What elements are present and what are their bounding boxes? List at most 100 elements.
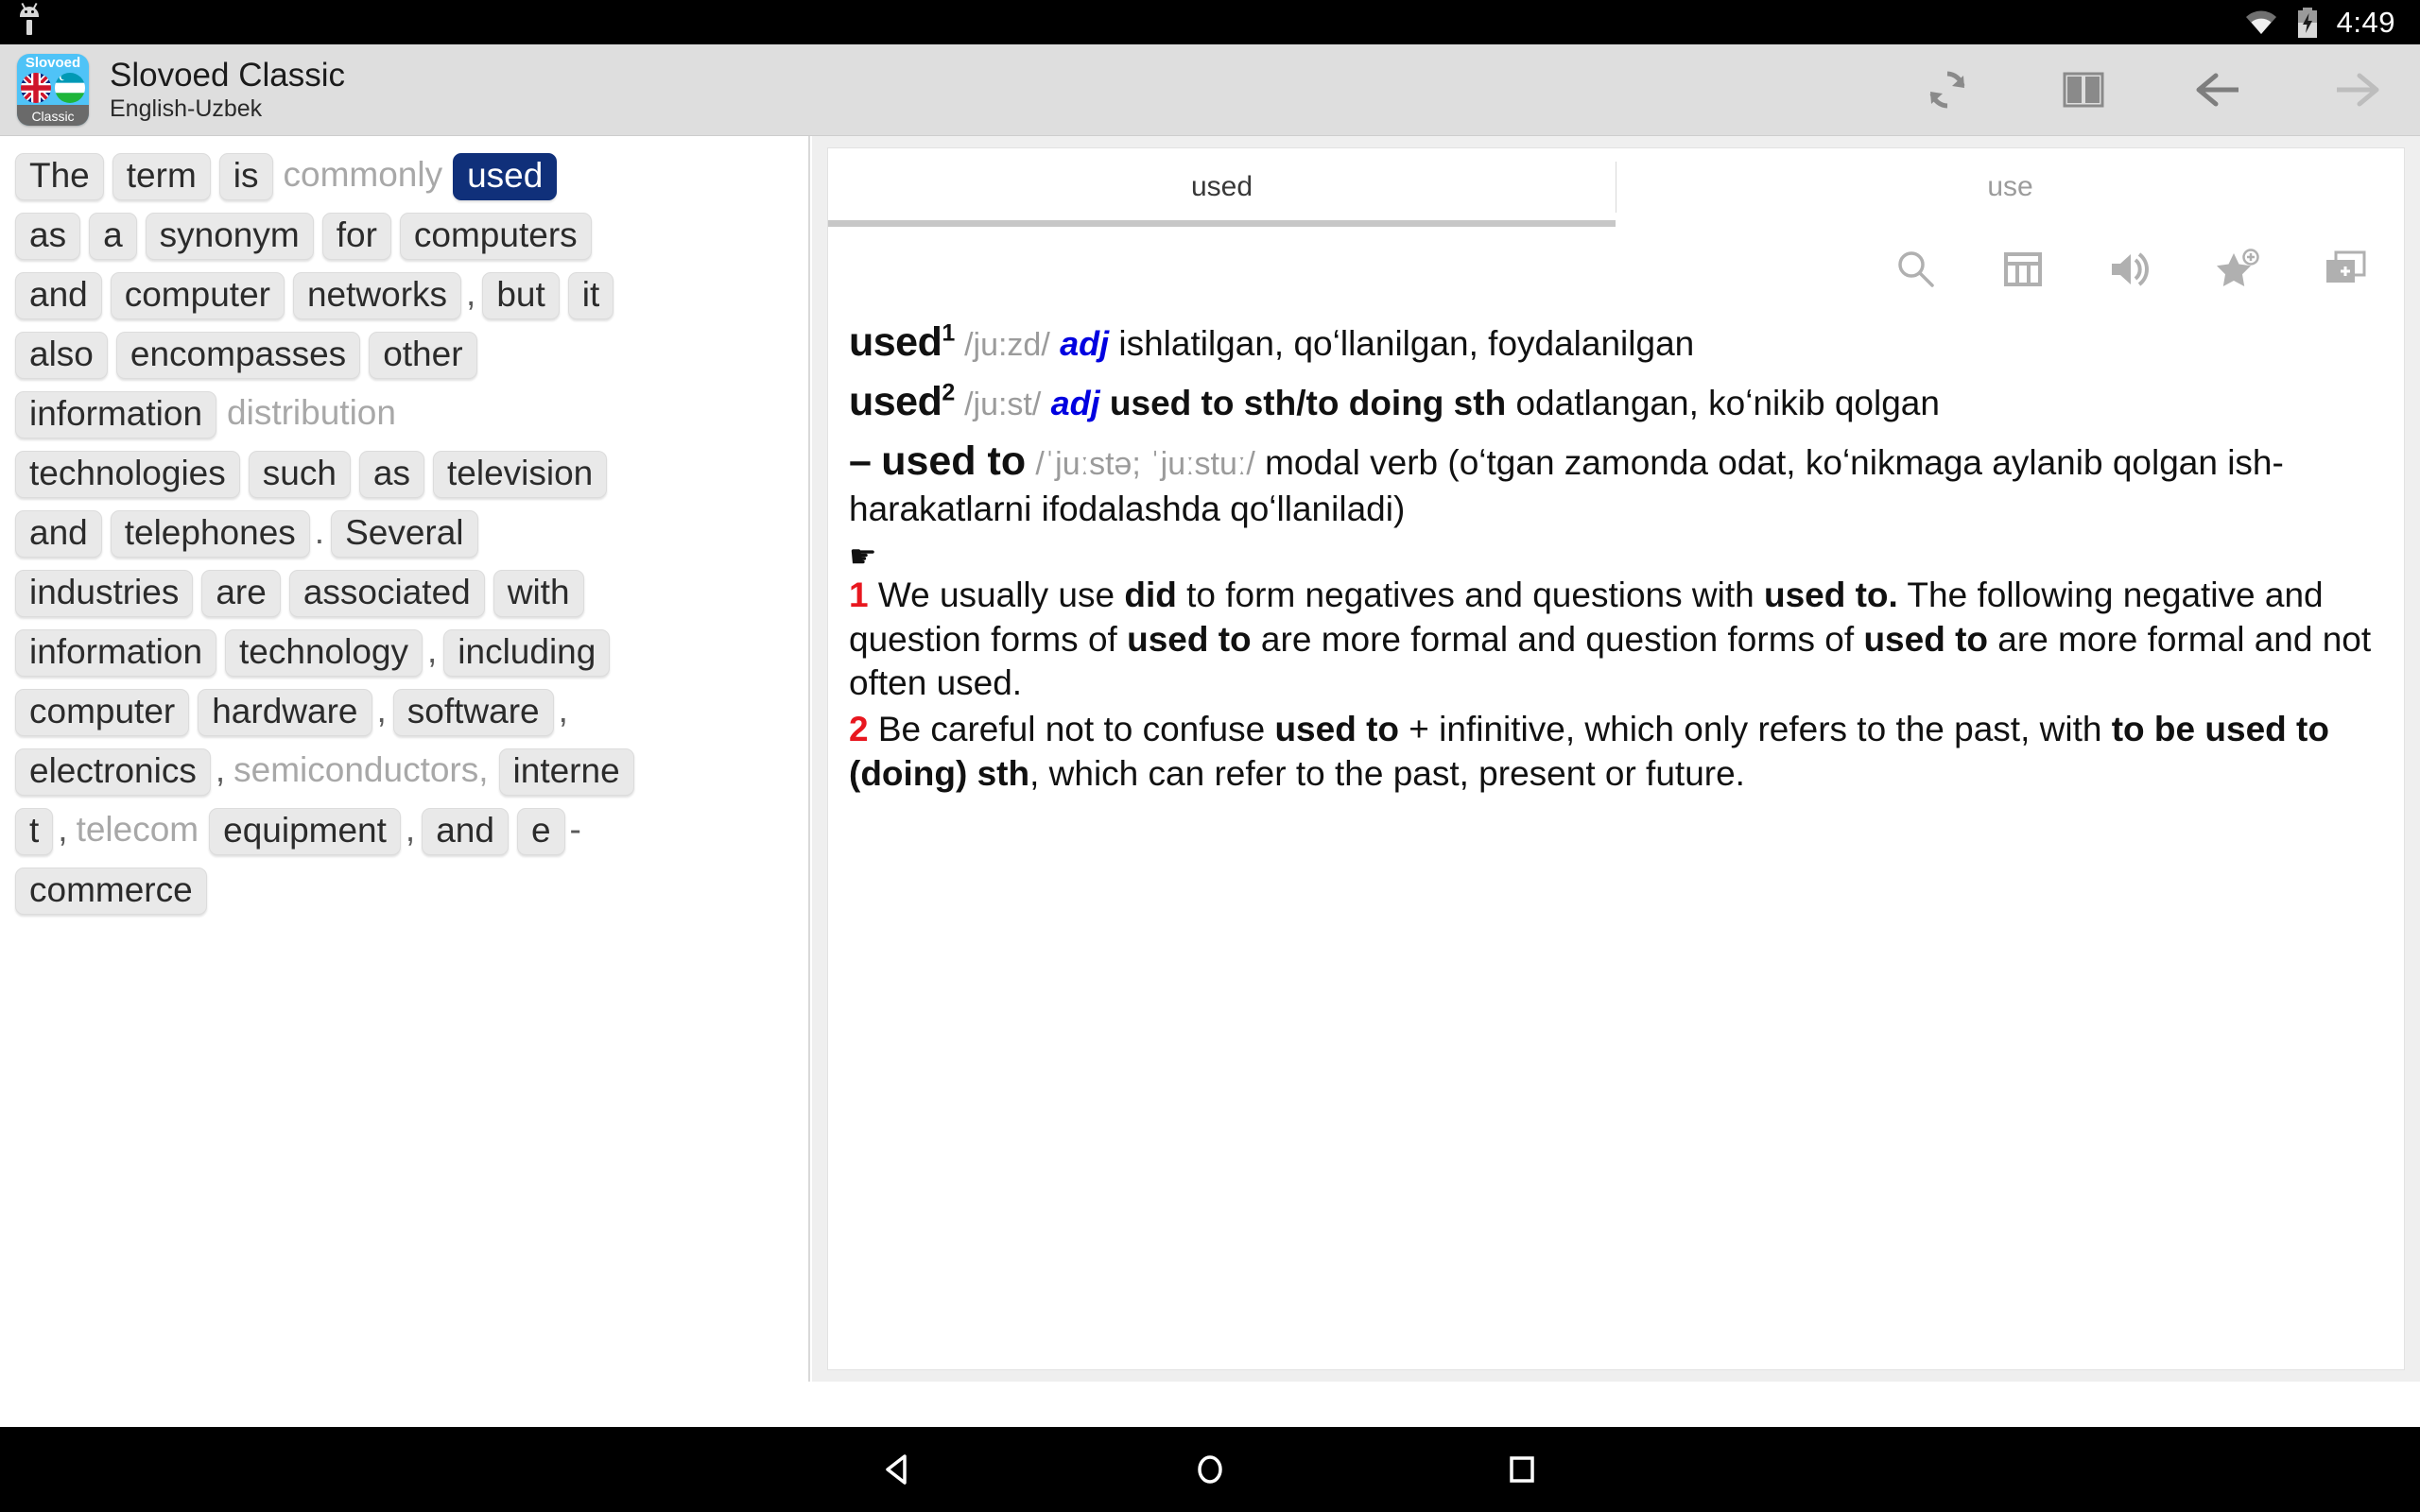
article-card: used1 /ju:zd/ adj ishlatilgan, qoʻllanil…: [827, 226, 2405, 1370]
word-chip[interactable]: and: [15, 510, 102, 558]
new-card-icon[interactable]: [2323, 246, 2370, 293]
word-chip[interactable]: other: [369, 332, 477, 379]
word-chip[interactable]: a: [89, 213, 137, 260]
subentry-phonetic: /ˈjuːstə; ˈjuːstuː/: [1035, 446, 1255, 483]
app-icon-bottom-label: Classic: [31, 109, 75, 124]
dictionary-subentry: – used to /ˈjuːstə; ˈjuːstuː/ modal verb…: [849, 436, 2383, 531]
star-plus-icon[interactable]: [2215, 246, 2262, 293]
note-text-run: are more formal and question forms of: [1251, 619, 1864, 659]
entry-pos: adj: [1060, 324, 1110, 363]
plain-word-text: commonly: [283, 155, 443, 194]
word-chip[interactable]: computer: [110, 272, 285, 319]
forward-arrow-icon[interactable]: [2329, 63, 2382, 116]
entry-translation: odatlangan, koʻnikib qolgan: [1515, 384, 1940, 423]
usage-note: 2 Be careful not to confuse used to + in…: [849, 708, 2383, 796]
word-chip[interactable]: t: [15, 808, 54, 855]
word-chip-selected[interactable]: used: [453, 153, 558, 200]
punctuation-text: ,: [466, 274, 476, 313]
article-body: used1 /ju:zd/ adj ishlatilgan, qoʻllanil…: [849, 313, 2383, 796]
punctuation-text: ,: [58, 810, 68, 849]
word-chip[interactable]: it: [567, 272, 614, 319]
word-chip[interactable]: but: [482, 272, 560, 319]
word-chip[interactable]: such: [248, 451, 351, 498]
word-chip[interactable]: is: [218, 153, 273, 200]
word-chip[interactable]: Several: [331, 510, 478, 558]
nav-recents-icon[interactable]: [1484, 1441, 1560, 1498]
word-chip[interactable]: and: [15, 272, 102, 319]
note-text-run: Be careful not to confuse: [877, 709, 1275, 748]
plain-word-text: telecom: [76, 810, 199, 849]
word-chip[interactable]: term: [112, 153, 211, 200]
punctuation-text: ,: [405, 810, 416, 849]
sound-icon[interactable]: [2107, 246, 2154, 293]
word-chip[interactable]: e: [516, 808, 565, 855]
word-chip[interactable]: for: [321, 213, 391, 260]
word-chip[interactable]: information: [15, 629, 217, 677]
punctuation-text: ,: [427, 631, 438, 670]
entry-phonetic: /ju:zd/: [964, 327, 1050, 363]
article-tabs: used use: [827, 147, 2405, 227]
word-chip[interactable]: information: [15, 391, 217, 438]
word-chip[interactable]: with: [493, 570, 584, 617]
note-bold-run: used to: [1127, 619, 1252, 659]
search-icon[interactable]: [1892, 246, 1939, 293]
punctuation-text: ,: [558, 691, 568, 730]
word-chip[interactable]: television: [433, 451, 608, 498]
book-icon[interactable]: [2057, 63, 2110, 116]
note-text-run: to form negatives and questions with: [1176, 576, 1764, 615]
entry-translation: ishlatilgan, qoʻllanilgan, foydalanilgan: [1118, 324, 1695, 363]
nav-home-icon[interactable]: [1172, 1441, 1248, 1498]
word-chip[interactable]: The: [15, 153, 104, 200]
word-chip-flow: The term is commonly used as a synonym for comput…: [15, 153, 795, 927]
content-area: The term is commonly used as a synonym for comput…: [0, 136, 2420, 1468]
battery-charging-icon: [2297, 7, 2317, 38]
word-chip[interactable]: computers: [399, 213, 592, 260]
entry-pattern: used to sth/to doing sth: [1109, 384, 1507, 423]
word-chip[interactable]: electronics: [15, 748, 211, 796]
word-chip[interactable]: as: [15, 213, 81, 260]
word-chip[interactable]: encompasses: [115, 332, 361, 379]
word-chip[interactable]: telephones: [110, 510, 310, 558]
word-chip[interactable]: commerce: [15, 868, 207, 915]
status-clock: 4:49: [2336, 5, 2395, 39]
punctuation-text: ,: [215, 750, 226, 789]
word-chip[interactable]: and: [422, 808, 509, 855]
system-nav-bar: [0, 1427, 2420, 1512]
word-chip[interactable]: networks: [292, 272, 462, 319]
tab-used[interactable]: used: [828, 148, 1616, 227]
nav-back-icon[interactable]: [860, 1441, 936, 1498]
article-pane: used use used1 /ju:zd/ adj ishlatilgan, …: [812, 136, 2420, 1382]
word-chip[interactable]: technology: [225, 629, 423, 677]
word-chip[interactable]: software: [392, 689, 554, 736]
word-chip[interactable]: synonym: [145, 213, 314, 260]
subentry-dash: –: [849, 438, 872, 485]
table-icon[interactable]: [1999, 246, 2047, 293]
usage-note-text: We usually use did to form negatives and…: [849, 576, 2371, 702]
wifi-icon: [2245, 10, 2276, 34]
usage-note-number: 1: [849, 576, 869, 615]
word-chip[interactable]: technologies: [15, 451, 240, 498]
word-chip[interactable]: including: [443, 629, 611, 677]
sync-icon[interactable]: [1921, 63, 1974, 116]
note-bold-run: used to: [1863, 619, 1989, 659]
app-icon-top-label: Slovoed: [25, 55, 81, 71]
status-bar-left: [17, 2, 42, 39]
word-chip[interactable]: as: [358, 451, 424, 498]
punctuation-text: -: [569, 810, 581, 849]
punctuation-text: .: [314, 512, 325, 551]
word-chip[interactable]: hardware: [198, 689, 372, 736]
back-arrow-icon[interactable]: [2193, 63, 2246, 116]
word-chip[interactable]: equipment: [209, 808, 401, 855]
note-text-run: We usually use: [877, 576, 1125, 615]
tab-use[interactable]: use: [1616, 148, 2404, 226]
entry-headword: used1: [849, 319, 955, 365]
app-icon: Slovoed Classic: [17, 54, 89, 126]
usage-note-number: 2: [849, 709, 869, 748]
word-chip[interactable]: computer: [15, 689, 190, 736]
word-chip[interactable]: associated: [288, 570, 485, 617]
word-chip[interactable]: industries: [15, 570, 194, 617]
word-chip[interactable]: also: [15, 332, 108, 379]
word-chip[interactable]: are: [201, 570, 281, 617]
usage-note-text: Be careful not to confuse used to + infi…: [849, 710, 2329, 793]
word-chip[interactable]: interne: [498, 748, 634, 796]
